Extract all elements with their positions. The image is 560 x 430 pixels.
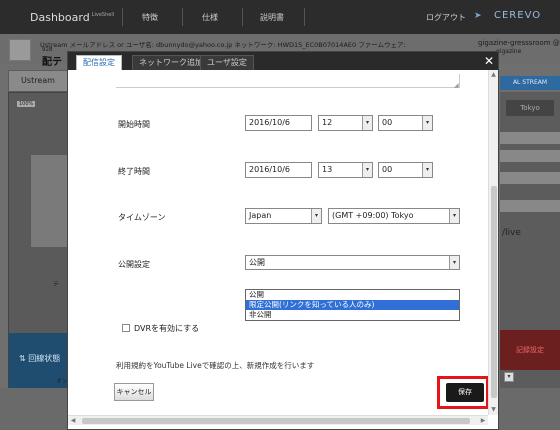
chevron-down-icon: ▾ <box>449 256 459 269</box>
modal-scroll-content: ◢ 開始時間 2016/10/6 12 ▾ 00 ▾ 終了時間 2016/10/6 … <box>68 70 488 415</box>
end-hour-select[interactable]: 13 ▾ <box>318 162 373 178</box>
live-stream-bar[interactable]: AL STREAM <box>500 76 560 90</box>
preview-caption: テ <box>53 281 60 288</box>
avatar <box>9 39 31 61</box>
cancel-button[interactable]: キャンセル <box>114 383 154 401</box>
scroll-up-icon[interactable]: ▲ <box>489 70 498 80</box>
page-heading: 配テ <box>42 57 62 68</box>
horizontal-scrollbar[interactable]: ◀ ▶ <box>68 415 488 425</box>
resize-grip-icon[interactable]: ◢ <box>454 82 459 89</box>
chevron-down-icon: ▾ <box>449 209 459 223</box>
start-minute-select[interactable]: 00 ▾ <box>378 115 433 131</box>
nav-link-features[interactable]: 特徴 <box>142 12 158 23</box>
terms-notice: 利用規約をYouTube Liveで確認の上、新規作成を行います <box>116 361 315 370</box>
end-time-label: 終了時間 <box>118 167 150 176</box>
privacy-option-unlisted[interactable]: 限定公開(リンクを知っている人のみ) <box>246 300 459 310</box>
start-hour-select[interactable]: 12 ▾ <box>318 115 373 131</box>
end-minute-select[interactable]: 00 ▾ <box>378 162 433 178</box>
user-sub-name: gigazine <box>496 48 522 55</box>
side-row <box>500 172 560 184</box>
side-row <box>500 132 560 144</box>
sort-icon: ⇅ <box>19 354 29 363</box>
privacy-option-private[interactable]: 非公開 <box>246 310 459 320</box>
scroll-left-icon[interactable]: ◀ <box>68 416 78 426</box>
privacy-select[interactable]: 公開 ▾ <box>245 255 460 270</box>
settings-side-panel: Tokyo /live 記録設定 ▾ <box>500 92 560 388</box>
chevron-down-icon: ▾ <box>362 116 372 130</box>
privacy-option-public[interactable]: 公開 <box>246 290 459 300</box>
side-row <box>500 150 560 162</box>
dashboard-logo[interactable]: Dashboard LiveShell <box>30 11 114 24</box>
end-date-input[interactable]: 2016/10/6 <box>245 162 312 178</box>
cerevo-logo: CEREVO <box>494 10 542 21</box>
record-settings-button[interactable]: 記録設定 <box>500 330 560 370</box>
tab-broadcast-settings[interactable]: 配信設定 <box>76 55 122 70</box>
top-navigation-bar: Dashboard LiveShell 特徴 仕様 説明書 ログアウト ➤ CER… <box>0 0 560 34</box>
chevron-down-icon: ▾ <box>311 209 321 223</box>
nav-link-specs[interactable]: 仕様 <box>202 12 218 23</box>
chevron-down-icon: ▾ <box>422 116 432 130</box>
connection-status: ⇅ 回線状態 <box>19 354 61 363</box>
close-icon[interactable]: ✕ <box>482 53 496 69</box>
privacy-options-list: 公開 限定公開(リンクを知っている人のみ) 非公開 <box>245 289 460 321</box>
video-preview <box>31 155 71 247</box>
nav-divider <box>122 8 123 26</box>
horizontal-scroll-thumb[interactable] <box>82 418 470 424</box>
tab-user-settings[interactable]: ユーザ設定 <box>200 55 254 70</box>
tab-ustream[interactable]: Ustream <box>8 70 68 92</box>
nav-divider <box>182 8 183 26</box>
description-textarea[interactable] <box>116 74 460 88</box>
nav-divider <box>304 8 305 26</box>
user-name: gigazine-gresssroom @ <box>478 39 560 47</box>
nav-divider <box>242 8 243 26</box>
scroll-right-icon[interactable]: ▶ <box>478 416 488 426</box>
dvr-checkbox[interactable] <box>122 324 130 332</box>
privacy-label: 公開設定 <box>118 260 150 269</box>
brand-arrow-icon: ➤ <box>474 11 482 21</box>
zoom-badge: 100% <box>17 101 36 107</box>
logout-link[interactable]: ログアウト <box>426 12 466 23</box>
tab-network-add[interactable]: ネットワーク追加 <box>132 55 210 70</box>
account-info-text: Ustream メールアドレス or ユーザ名: dbunnydo@yahoo.… <box>40 41 406 49</box>
vertical-scrollbar[interactable]: ▲ ▼ <box>488 70 498 415</box>
side-row <box>500 200 560 212</box>
timezone-select[interactable]: (GMT +09:00) Tokyo ▾ <box>328 208 460 224</box>
live-path-text: /live <box>502 228 521 238</box>
start-time-label: 開始時間 <box>118 120 150 129</box>
chevron-down-icon[interactable]: ▾ <box>504 372 514 382</box>
dvr-label: DVRを有効にする <box>134 324 200 333</box>
vertical-scroll-thumb[interactable] <box>491 186 497 398</box>
timezone-country-select[interactable]: Japan ▾ <box>245 208 322 224</box>
scroll-down-icon[interactable]: ▼ <box>489 405 498 415</box>
timezone-label: タイムゾーン <box>118 213 166 222</box>
chevron-down-icon: ▾ <box>422 163 432 177</box>
save-button[interactable]: 保存 <box>446 383 484 402</box>
chevron-down-icon: ▾ <box>362 163 372 177</box>
nav-link-manual[interactable]: 説明書 <box>260 12 284 23</box>
start-date-input[interactable]: 2016/10/6 <box>245 115 312 131</box>
preview-panel: 100% テ ⇅ 回線状態 <box>8 92 71 389</box>
timezone-tab[interactable]: Tokyo <box>506 100 554 116</box>
modal-tab-bar: 配信設定 ネットワーク追加 ユーザ設定 ✕ <box>68 52 498 70</box>
settings-modal: 配信設定 ネットワーク追加 ユーザ設定 ✕ ◢ 開始時間 2016/10/6 1… <box>67 51 499 430</box>
